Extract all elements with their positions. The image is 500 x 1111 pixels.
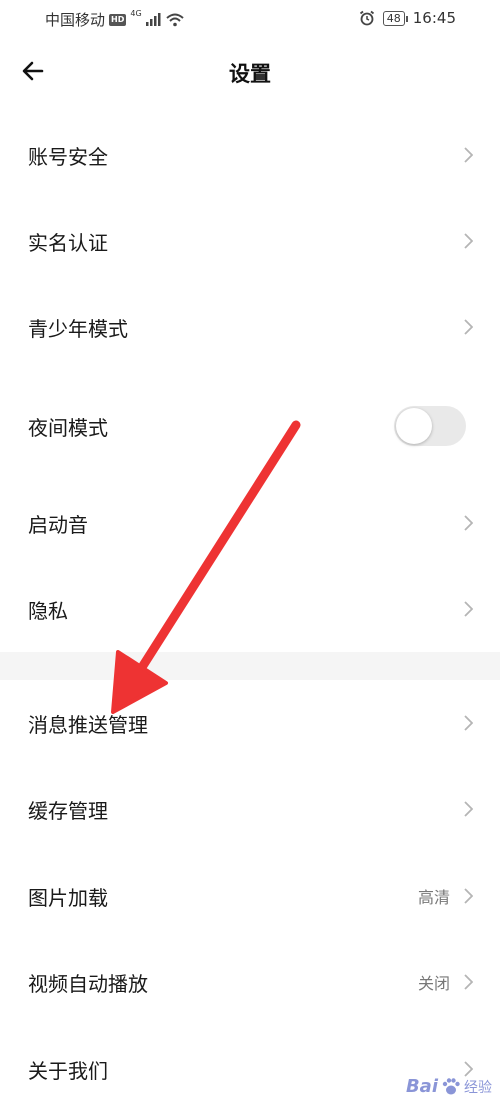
chevron-right-icon	[462, 973, 474, 991]
watermark-brand: Bai	[405, 1076, 438, 1097]
status-right: 48 16:45	[359, 9, 456, 27]
settings-row-privacy[interactable]: 隐私	[0, 566, 500, 652]
network-type: 4G	[130, 9, 142, 18]
row-label: 缓存管理	[28, 798, 108, 823]
row-value: 关闭	[417, 974, 450, 993]
paw-icon	[442, 1077, 460, 1094]
hd-badge: HD	[109, 13, 127, 26]
chevron-right-icon	[462, 714, 474, 732]
row-label: 启动音	[28, 512, 88, 537]
row-label: 隐私	[28, 598, 68, 623]
settings-row-teen-mode[interactable]: 青少年模式	[0, 284, 500, 370]
row-label: 关于我们	[28, 1058, 108, 1083]
night-mode-toggle[interactable]	[394, 406, 466, 446]
status-left: 中国移动 HD 4G	[45, 9, 184, 30]
settings-row-video-autoplay[interactable]: 视频自动播放 关闭	[0, 939, 500, 1025]
wifi-icon	[165, 13, 184, 26]
chevron-right-icon	[462, 232, 474, 250]
settings-row-cache-management[interactable]: 缓存管理	[0, 766, 500, 852]
chevron-right-icon	[462, 514, 474, 532]
chevron-right-icon	[462, 318, 474, 336]
settings-row-push-management[interactable]: 消息推送管理	[0, 680, 500, 766]
settings-row-account-security[interactable]: 账号安全	[0, 112, 500, 198]
settings-row-night-mode: 夜间模式	[0, 376, 500, 476]
row-label: 图片加载	[28, 885, 108, 910]
chevron-right-icon	[462, 146, 474, 164]
toggle-knob	[396, 408, 432, 444]
nav-bar: 设置	[0, 40, 500, 104]
row-label: 青少年模式	[28, 316, 128, 341]
signal-icon	[145, 13, 161, 26]
row-label: 视频自动播放	[28, 971, 148, 996]
chevron-right-icon	[462, 887, 474, 905]
chevron-right-icon	[462, 800, 474, 818]
row-value: 高清	[417, 888, 450, 907]
settings-row-about-us[interactable]: 关于我们	[0, 1026, 500, 1111]
battery-indicator: 48	[382, 10, 408, 26]
row-label: 账号安全	[28, 144, 108, 169]
alarm-icon	[359, 10, 374, 26]
row-label: 消息推送管理	[28, 712, 148, 737]
row-label: 实名认证	[28, 230, 108, 255]
status-bar: 中国移动 HD 4G 48 16:45	[0, 0, 500, 40]
section-divider	[0, 652, 500, 680]
baidu-watermark: Bai 经验	[406, 1076, 492, 1097]
watermark-suffix: 经验	[464, 1079, 492, 1096]
row-label: 夜间模式	[28, 415, 108, 440]
settings-row-real-name[interactable]: 实名认证	[0, 198, 500, 284]
clock-time: 16:45	[412, 9, 456, 27]
page-title: 设置	[229, 62, 271, 86]
settings-row-startup-sound[interactable]: 启动音	[0, 480, 500, 566]
settings-row-image-loading[interactable]: 图片加载 高清	[0, 853, 500, 939]
carrier-name: 中国移动	[45, 11, 106, 29]
chevron-right-icon	[462, 600, 474, 618]
